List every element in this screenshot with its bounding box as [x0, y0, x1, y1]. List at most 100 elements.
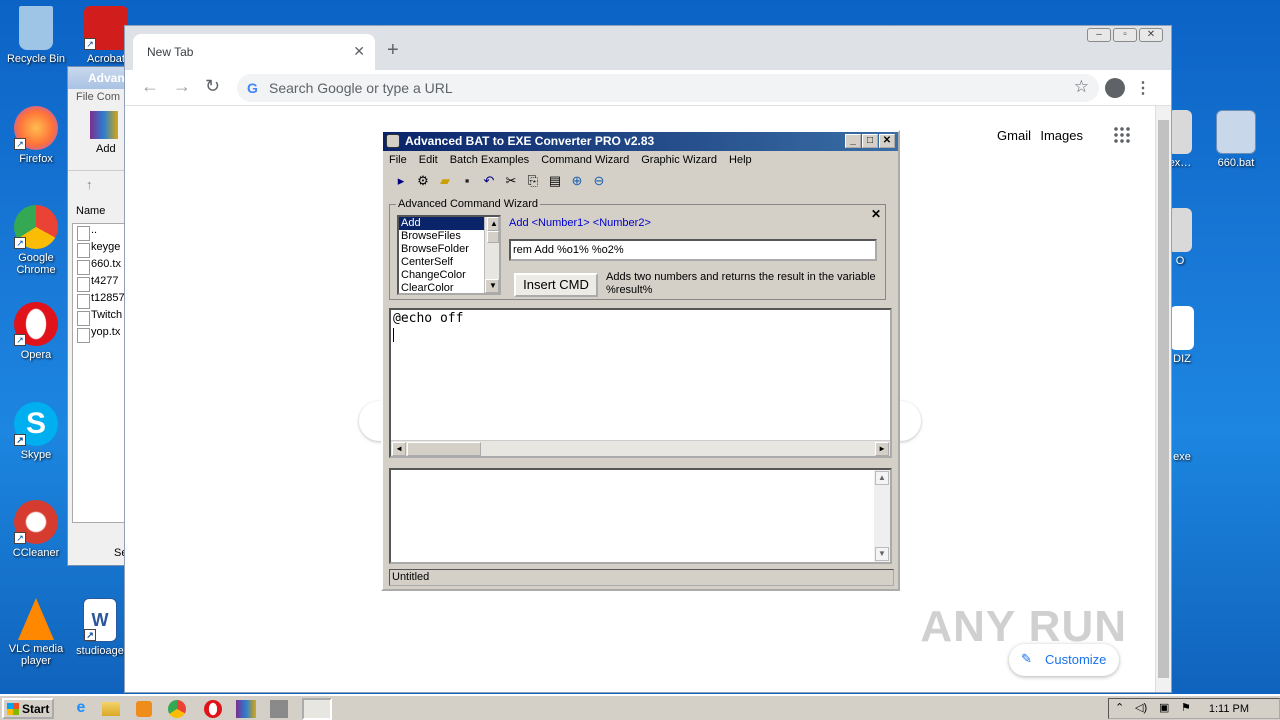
command-list[interactable]: Add BrowseFiles BrowseFolder CenterSelf … — [397, 215, 501, 295]
gmail-link[interactable]: Gmail — [997, 128, 1031, 143]
paste-icon[interactable]: ▤ — [547, 173, 563, 193]
flag-icon[interactable]: ⚑ — [1181, 701, 1191, 714]
output-scrollbar[interactable]: ▲ ▼ — [874, 470, 890, 562]
desktop-icon-firefox[interactable]: ↗ Firefox — [0, 106, 72, 165]
scroll-down-icon[interactable]: ▼ — [875, 547, 889, 561]
list-item[interactable]: Twitch — [73, 309, 127, 326]
undo-icon[interactable]: ↶ — [481, 173, 497, 193]
save-icon[interactable]: ▪ — [459, 173, 475, 193]
background-explorer-window[interactable]: Advan File Com Add ↑ Name .. keyge 660.t… — [67, 66, 128, 566]
output-pane[interactable]: ▲ ▼ — [389, 468, 892, 564]
name-column-header[interactable]: Name — [76, 205, 105, 217]
menu-command-wizard[interactable]: Command Wizard — [541, 154, 629, 171]
file-icon — [1170, 306, 1194, 350]
bat-file-icon — [1216, 110, 1256, 154]
command-input[interactable]: rem Add %o1% %o2% — [509, 239, 877, 261]
list-item[interactable]: 660.tx — [73, 258, 127, 275]
zoom-out-icon[interactable]: ⊖ — [591, 173, 607, 193]
batch-editor[interactable]: @echo off ◀ ▶ — [389, 308, 892, 458]
scrollbar-thumb[interactable] — [487, 231, 499, 243]
bookmark-star-icon[interactable]: ☆ — [1074, 77, 1089, 97]
close-button[interactable]: ✕ — [879, 134, 895, 148]
desktop-icon-studioage[interactable]: W ↗ studioage — [70, 598, 130, 657]
add-archive-icon[interactable] — [90, 111, 118, 139]
explorer-taskbar-icon[interactable] — [102, 702, 120, 716]
ie-taskbar-icon[interactable]: e — [68, 699, 94, 719]
menu-graphic-wizard[interactable]: Graphic Wizard — [641, 154, 717, 171]
profile-avatar-icon[interactable] — [1105, 78, 1125, 98]
list-item[interactable]: yop.tx — [73, 326, 127, 343]
forward-arrow-icon[interactable]: → — [173, 76, 191, 97]
skype-icon: S ↗ — [14, 402, 58, 446]
desktop-icon-660-bat[interactable]: 660.bat — [1200, 110, 1272, 169]
scrollbar-thumb[interactable] — [1158, 120, 1169, 678]
desktop-icon-opera[interactable]: ↗ Opera — [0, 302, 72, 361]
scroll-right-icon[interactable]: ▶ — [875, 442, 889, 456]
back-arrow-icon[interactable]: ← — [141, 76, 159, 97]
scroll-up-icon[interactable]: ▲ — [875, 471, 889, 485]
bat-converter-taskbar-icon[interactable] — [302, 698, 332, 720]
scroll-left-icon[interactable]: ◀ — [392, 442, 406, 456]
images-link[interactable]: Images — [1040, 128, 1083, 143]
command-list-scrollbar[interactable]: ▲ ▼ — [484, 217, 499, 293]
reload-icon[interactable]: ↻ — [205, 76, 220, 97]
editor-horizontal-scrollbar[interactable]: ◀ ▶ — [391, 440, 890, 456]
menu-file[interactable]: File — [389, 154, 407, 171]
zoom-in-icon[interactable]: ⊕ — [569, 173, 585, 193]
close-tab-icon[interactable]: ✕ — [353, 43, 365, 60]
winrar-taskbar-icon[interactable] — [236, 700, 256, 718]
firefox-icon: ↗ — [14, 106, 58, 150]
page-scrollbar[interactable] — [1155, 106, 1171, 692]
desktop-icon-ccleaner[interactable]: ↗ CCleaner — [0, 500, 72, 559]
clock[interactable]: 1:11 PM — [1209, 703, 1249, 715]
desktop-icon-chrome[interactable]: ↗ Google Chrome — [0, 205, 72, 276]
run-icon[interactable]: ▸ — [393, 173, 409, 193]
network-icon[interactable]: ▣ — [1159, 701, 1169, 714]
list-item[interactable]: t4277 — [73, 275, 127, 292]
menu-help[interactable]: Help — [729, 154, 752, 171]
media-player-taskbar-icon[interactable] — [136, 701, 152, 717]
opera-taskbar-icon[interactable] — [204, 700, 222, 718]
omnibox-placeholder: Search Google or type a URL — [269, 80, 453, 96]
tray-up-icon[interactable]: ⌃ — [1115, 701, 1124, 714]
maximize-button[interactable]: □ — [862, 134, 878, 148]
up-arrow-icon[interactable]: ↑ — [86, 177, 93, 192]
list-item[interactable]: t12857 — [73, 292, 127, 309]
volume-icon[interactable]: ◁) — [1135, 701, 1147, 714]
chrome-taskbar-icon[interactable] — [168, 700, 186, 718]
scroll-down-icon[interactable]: ▼ — [485, 279, 499, 293]
google-apps-icon[interactable] — [1113, 126, 1131, 144]
tab-new-tab[interactable]: New Tab ✕ — [133, 34, 375, 70]
customize-button[interactable]: ✎ Customize — [1009, 644, 1119, 676]
list-item[interactable]: keyge — [73, 241, 127, 258]
desktop-icon-skype[interactable]: S ↗ Skype — [0, 402, 72, 461]
customize-label: Customize — [1045, 652, 1107, 667]
minimize-button[interactable]: _ — [845, 134, 861, 148]
insert-cmd-button[interactable]: Insert CMD — [514, 273, 598, 297]
desktop-icon-vlc[interactable]: VLC media player — [0, 598, 72, 667]
start-button[interactable]: Start — [2, 698, 54, 719]
new-tab-plus-icon[interactable]: + — [387, 39, 399, 62]
cut-icon[interactable]: ✂ — [503, 173, 519, 193]
close-window-button[interactable]: ✕ — [1139, 28, 1163, 42]
bat-to-exe-window[interactable]: Advanced BAT to EXE Converter PRO v2.83 … — [381, 130, 900, 591]
chrome-menu-icon[interactable]: ⋮ — [1135, 78, 1151, 98]
installer-taskbar-icon[interactable] — [270, 700, 288, 718]
menu-batch-examples[interactable]: Batch Examples — [450, 154, 529, 171]
build-exe-icon[interactable]: ⚙ — [415, 173, 431, 193]
list-item[interactable]: .. — [73, 224, 127, 241]
scrollbar-thumb[interactable] — [407, 442, 481, 456]
menu-edit[interactable]: Edit — [419, 154, 438, 171]
maximize-button[interactable]: ▫ — [1113, 28, 1137, 42]
copy-icon[interactable]: ⎘ — [525, 173, 541, 193]
close-wizard-icon[interactable]: ✕ — [871, 207, 881, 221]
explorer-menu[interactable]: File Com — [68, 89, 126, 107]
open-folder-icon[interactable]: ▰ — [437, 173, 453, 193]
omnibox[interactable]: G Search Google or type a URL ☆ — [237, 74, 1099, 102]
explorer-title: Advan — [68, 67, 126, 89]
scroll-up-icon[interactable]: ▲ — [487, 217, 499, 231]
minimize-button[interactable]: – — [1087, 28, 1111, 42]
acrobat-icon: ↗ — [84, 6, 128, 50]
desktop-icon-recycle-bin[interactable]: Recycle Bin — [0, 6, 72, 65]
tab-title: New Tab — [147, 45, 194, 59]
